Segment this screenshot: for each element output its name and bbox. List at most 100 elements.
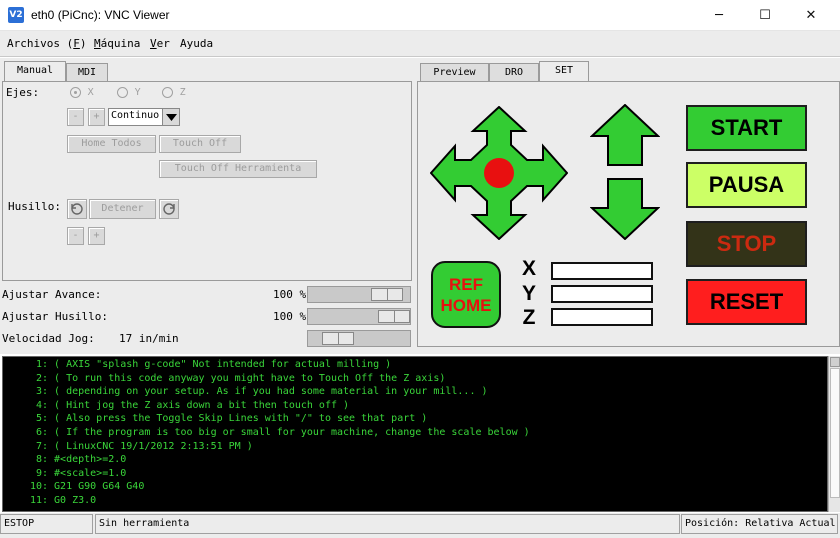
arrow-down-icon[interactable]: [590, 178, 660, 240]
radio-y-label: Y: [134, 87, 141, 98]
tab-mdi[interactable]: MDI: [66, 63, 108, 82]
gcode-line-text: #<depth>=2.0: [54, 454, 127, 466]
gcode-line-text: G21 G90 G64 G40: [54, 481, 145, 493]
ref-home-label-1: REF: [449, 275, 483, 294]
avance-slider[interactable]: [307, 286, 411, 303]
gcode-line[interactable]: 9: #<scale>=1.0: [3, 468, 126, 479]
gcode-line-text: ( Hint jog the Z axis down a bit then to…: [54, 399, 350, 411]
jog-plus-button[interactable]: +: [88, 108, 105, 126]
gcode-line[interactable]: 5: ( Also press the Toggle Skip Lines wi…: [3, 413, 427, 424]
gcode-line[interactable]: 3: ( depending on your setup. As if you …: [3, 386, 488, 397]
gcode-line[interactable]: 8: #<depth>=2.0: [3, 454, 126, 465]
detener-button[interactable]: Detener: [89, 199, 156, 219]
ref-home-button[interactable]: REF HOME: [431, 261, 501, 328]
home-todos-button[interactable]: Home Todos: [67, 135, 156, 153]
avance-slider-thumb[interactable]: [371, 288, 403, 301]
ajustar-husillo-value: 100 %: [273, 310, 307, 323]
vnc-icon: V2: [8, 7, 24, 23]
velocidad-jog-label: Velocidad Jog:: [2, 332, 95, 345]
gcode-line-text: ( Also press the Toggle Skip Lines with …: [54, 413, 428, 425]
velocidad-jog-value: 17 in/min: [119, 332, 179, 345]
dro-y-label: Y: [521, 282, 536, 305]
gcode-line-number: 6:: [35, 427, 48, 438]
status-position: Posición: Relativa Actual: [681, 514, 838, 534]
tab-preview[interactable]: Preview: [420, 63, 489, 82]
husillo-slider-thumb[interactable]: [378, 310, 410, 323]
status-estop: ESTOP: [0, 514, 93, 534]
gcode-line[interactable]: 4: ( Hint jog the Z axis down a bit then…: [3, 400, 349, 411]
scroll-up-icon[interactable]: [830, 357, 840, 367]
tab-dro[interactable]: DRO: [489, 63, 539, 82]
spindle-cw-icon[interactable]: [159, 199, 179, 219]
gcode-line-number: 7:: [35, 440, 48, 452]
reset-button[interactable]: RESET: [686, 279, 807, 325]
stop-button[interactable]: STOP: [686, 221, 807, 267]
spindle-plus-button[interactable]: +: [88, 227, 105, 245]
jog-slider-thumb[interactable]: [322, 332, 354, 345]
menu-ayuda[interactable]: Ayuda: [180, 37, 213, 50]
jog-slider[interactable]: [307, 330, 411, 347]
spindle-minus-button[interactable]: -: [67, 227, 84, 245]
gcode-line-number: 5:: [35, 413, 48, 425]
gcode-line-text: ( If the program is too big or small for…: [54, 427, 530, 438]
touch-off-button[interactable]: Touch Off: [159, 135, 241, 153]
gcode-line-number: 10:: [29, 481, 48, 493]
ref-home-label-2: HOME: [440, 296, 492, 315]
gcode-line-number: 4:: [35, 399, 48, 411]
ajustar-avance-label: Ajustar Avance:: [2, 288, 102, 301]
ajustar-husillo-label: Ajustar Husillo:: [2, 310, 108, 323]
minimize-button[interactable]: ─: [696, 0, 742, 31]
tab-set[interactable]: SET: [539, 61, 589, 82]
ajustar-avance-value: 100 %: [273, 288, 307, 301]
gcode-line-text: ( LinuxCNC 19/1/2012 2:13:51 PM ): [54, 440, 253, 452]
gcode-line[interactable]: 1: ( AXIS "splash g-code" Not intended f…: [3, 359, 391, 370]
menu-maquina[interactable]: Máquina: [94, 37, 140, 50]
menu-ver[interactable]: Ver: [150, 37, 170, 50]
gcode-line[interactable]: 10: G21 G90 G64 G40: [3, 481, 144, 492]
scroll-thumb[interactable]: [830, 368, 840, 498]
gcode-line-text: ( depending on your setup. As if you had…: [54, 386, 488, 398]
gcode-line-number: 2:: [35, 372, 48, 384]
jog-cross-icon[interactable]: [430, 106, 568, 240]
radio-z[interactable]: Z: [162, 85, 186, 98]
gcode-line-number: 8:: [35, 454, 48, 466]
ejes-label: Ejes:: [6, 86, 40, 99]
status-tool: Sin herramienta: [95, 514, 680, 534]
gcode-line-text: G0 Z3.0: [54, 495, 97, 506]
jog-mode-select[interactable]: Continuo: [108, 108, 180, 126]
jog-minus-button[interactable]: -: [67, 108, 84, 126]
gcode-line-text: ( To run this code anyway you might have…: [54, 372, 446, 384]
gcode-line[interactable]: 11: G0 Z3.0: [3, 495, 96, 506]
gcode-line[interactable]: 7: ( LinuxCNC 19/1/2012 2:13:51 PM ): [3, 441, 253, 452]
dro-y-field: [551, 285, 653, 303]
start-button[interactable]: START: [686, 105, 807, 151]
menu-archivos[interactable]: Archivos (F): [7, 37, 86, 50]
gcode-line-number: 9:: [35, 467, 48, 479]
husillo-label: Husillo:: [8, 200, 61, 213]
pausa-button[interactable]: PAUSA: [686, 162, 807, 208]
close-button[interactable]: ✕: [788, 0, 834, 31]
dro-x-label: X: [521, 257, 536, 280]
radio-z-label: Z: [179, 87, 186, 98]
radio-y[interactable]: Y: [117, 85, 141, 98]
gcode-view[interactable]: 1: ( AXIS "splash g-code" Not intended f…: [2, 356, 828, 512]
manual-panel: [2, 81, 412, 281]
window-title: eth0 (PiCnc): VNC Viewer: [31, 8, 170, 22]
radio-x[interactable]: X: [70, 85, 94, 98]
spindle-ccw-icon[interactable]: [67, 199, 87, 219]
radio-x-label: X: [87, 87, 94, 98]
gcode-line-text: #<scale>=1.0: [54, 467, 127, 479]
dro-x-field: [551, 262, 653, 280]
chevron-down-icon[interactable]: [162, 109, 179, 125]
maximize-button[interactable]: ☐: [742, 0, 788, 31]
touch-off-herramienta-button[interactable]: Touch Off Herramienta: [159, 160, 317, 178]
gcode-scrollbar[interactable]: [828, 356, 840, 512]
gcode-line-number: 11:: [29, 495, 48, 506]
gcode-line[interactable]: 6: ( If the program is too big or small …: [3, 427, 530, 438]
gcode-line-number: 3:: [35, 386, 48, 398]
arrow-up-icon[interactable]: [590, 104, 660, 166]
husillo-slider[interactable]: [307, 308, 411, 325]
tab-manual[interactable]: Manual: [4, 61, 66, 82]
dro-z-field: [551, 308, 653, 326]
gcode-line[interactable]: 2: ( To run this code anyway you might h…: [3, 373, 445, 384]
